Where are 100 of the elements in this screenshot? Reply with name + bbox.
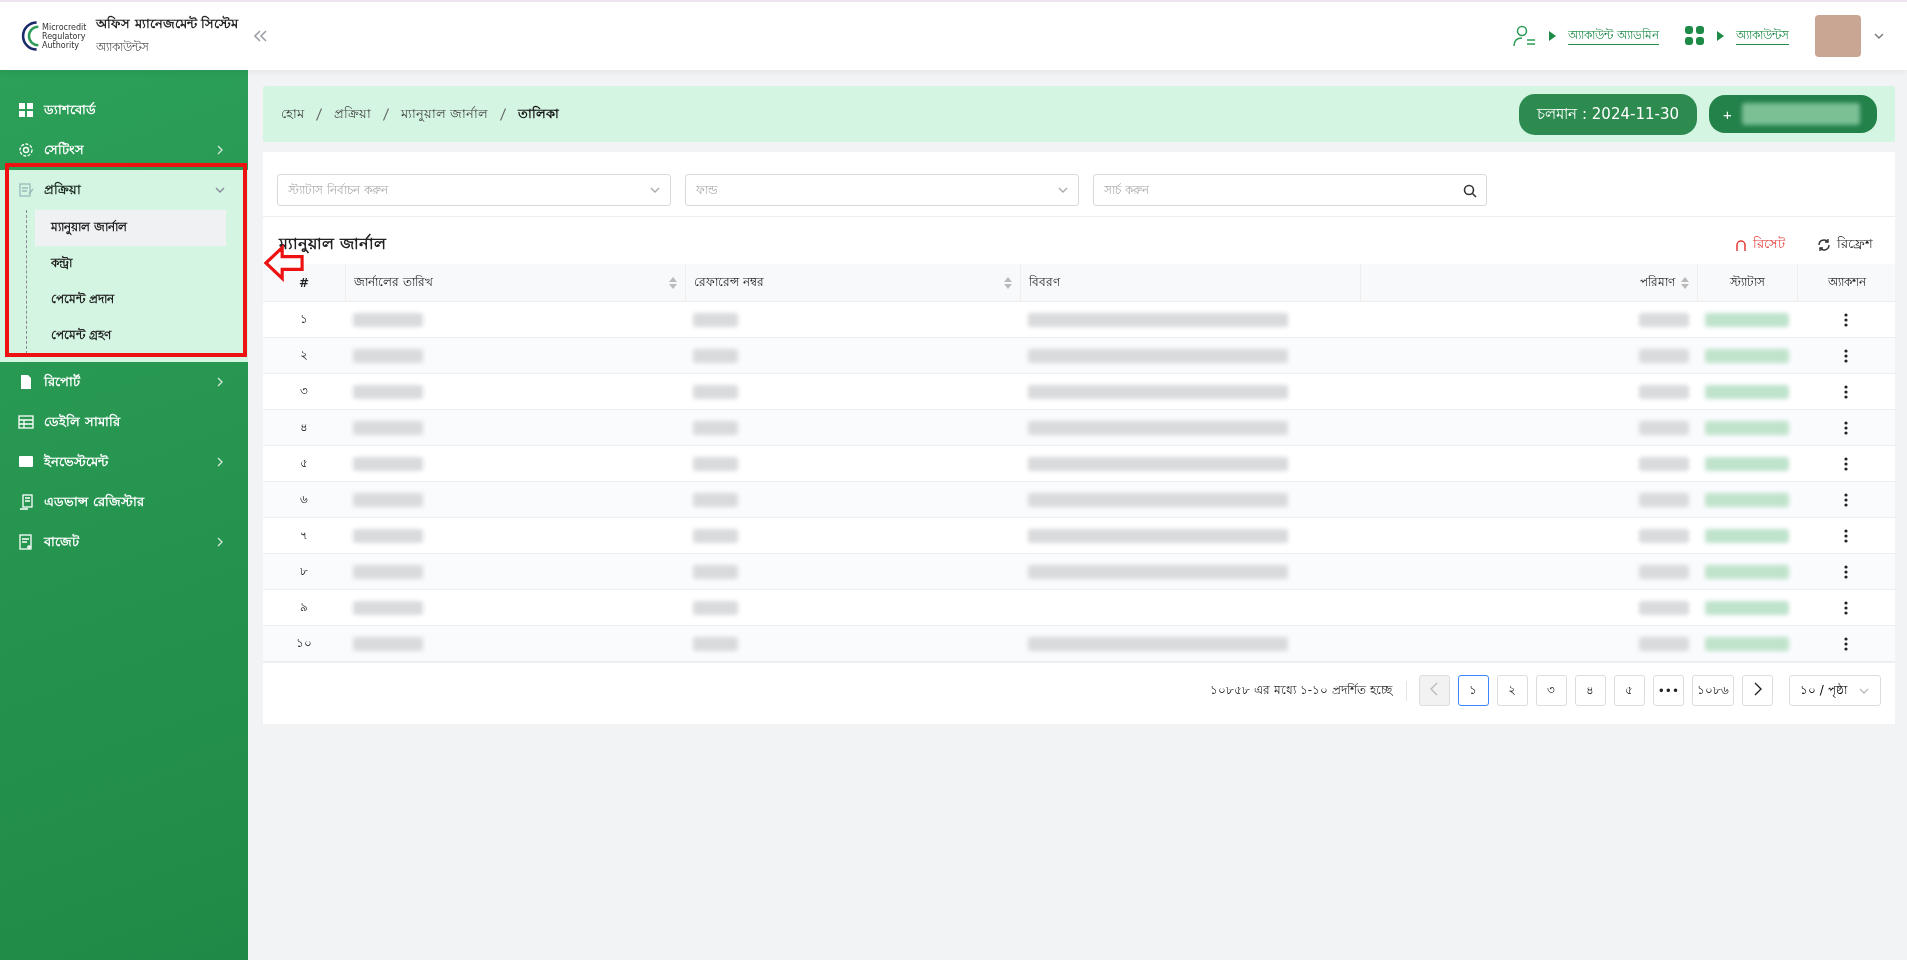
header-link[interactable]: অ্যাকাউন্টস bbox=[1736, 26, 1789, 46]
more-options-icon[interactable] bbox=[1844, 528, 1848, 543]
breadcrumb-item[interactable]: ম্যানুয়াল জার্নাল bbox=[401, 103, 489, 125]
sidebar-item[interactable]: বাজেট bbox=[0, 522, 248, 562]
sidebar-item[interactable]: প্রক্রিয়া bbox=[0, 170, 248, 210]
row-number: ৩ bbox=[300, 382, 308, 400]
sort-icon bbox=[1681, 276, 1689, 289]
sort-icon bbox=[1004, 276, 1012, 289]
row-number: ৬ bbox=[300, 490, 308, 508]
sidebar-item[interactable]: এডভান্স রেজিস্টার bbox=[0, 482, 248, 522]
settings-icon bbox=[18, 142, 34, 158]
page-button[interactable]: ৪ bbox=[1574, 675, 1606, 706]
redacted-text bbox=[353, 636, 423, 651]
app-title: অফিস ম্যানেজমেন্ট সিস্টেম bbox=[96, 14, 239, 33]
search-field[interactable]: সার্চ করুন bbox=[1093, 174, 1487, 206]
more-options-icon[interactable] bbox=[1844, 564, 1848, 579]
page-button[interactable]: ২ bbox=[1496, 675, 1528, 706]
more-options-icon[interactable] bbox=[1844, 636, 1848, 651]
logo-text: Authority bbox=[42, 40, 80, 50]
header-link[interactable]: অ্যাকাউন্ট অ্যাডমিন bbox=[1568, 26, 1659, 46]
ledger-icon bbox=[18, 494, 34, 510]
redacted-text bbox=[353, 492, 423, 507]
document-edit-icon bbox=[18, 182, 34, 198]
redacted-text bbox=[693, 348, 738, 363]
apps-icon bbox=[1685, 26, 1705, 46]
redacted-text bbox=[693, 312, 738, 327]
app-subtitle: অ্যাকাউন্টস bbox=[96, 39, 151, 56]
redacted-text bbox=[693, 564, 738, 579]
page-button[interactable]: ৫ bbox=[1613, 675, 1645, 706]
user-switch-icon bbox=[1513, 25, 1538, 47]
more-options-icon[interactable] bbox=[1844, 384, 1848, 399]
row-number: ১০ bbox=[296, 634, 312, 652]
row-number: ৫ bbox=[300, 454, 308, 472]
redacted-text bbox=[1639, 492, 1689, 507]
column-header[interactable]: পরিমাণ bbox=[1360, 264, 1697, 302]
column-header[interactable]: রেফারেন্স নম্বর bbox=[685, 264, 1020, 302]
row-number: ২ bbox=[300, 346, 308, 364]
redacted-text bbox=[693, 492, 738, 507]
row-number: ১ bbox=[300, 310, 308, 328]
redacted-text bbox=[693, 600, 738, 615]
triangle-icon bbox=[1717, 31, 1724, 41]
triangle-icon bbox=[1549, 31, 1557, 41]
page-button[interactable]: ••• bbox=[1652, 675, 1684, 706]
redacted-text bbox=[693, 636, 738, 651]
column-header: বিবরণ bbox=[1020, 264, 1360, 302]
document-plus-icon bbox=[18, 534, 34, 550]
row-number: ৮ bbox=[300, 562, 308, 580]
submenu-item[interactable]: ম্যানুয়াল জার্নাল bbox=[35, 210, 226, 246]
redacted-text bbox=[1639, 636, 1689, 651]
submenu-item[interactable]: কন্ট্রা bbox=[35, 246, 226, 282]
next-page-button[interactable] bbox=[1742, 675, 1773, 706]
redacted-text bbox=[1639, 348, 1689, 363]
redacted-text bbox=[353, 528, 423, 543]
logo-text: Regulatory bbox=[42, 31, 87, 41]
select-field[interactable]: ফান্ড bbox=[685, 174, 1079, 206]
row-number: ৪ bbox=[300, 418, 308, 436]
redacted-text bbox=[1639, 456, 1689, 471]
pagination-summary: ১০৮৫৮ এর মধ্যে ১-১০ প্রদর্শিত হচ্ছে bbox=[1210, 680, 1407, 701]
more-options-icon[interactable] bbox=[1844, 456, 1848, 471]
page-button[interactable]: ৩ bbox=[1535, 675, 1567, 706]
sidebar-item[interactable]: রিপোর্ট bbox=[0, 362, 248, 402]
reset-icon bbox=[1735, 237, 1747, 252]
redacted-text bbox=[1639, 600, 1689, 615]
redacted-text bbox=[693, 528, 738, 543]
chevron-right-icon bbox=[1752, 682, 1763, 696]
redacted-text bbox=[1639, 420, 1689, 435]
column-header[interactable]: জার্নালের তারিখ bbox=[345, 264, 685, 302]
search-icon bbox=[1463, 184, 1477, 198]
add-button[interactable]: + bbox=[1709, 95, 1877, 133]
redacted-text bbox=[353, 420, 423, 435]
row-number: ৭ bbox=[300, 526, 308, 544]
page-button[interactable]: ১০৮৬ bbox=[1692, 675, 1734, 706]
more-options-icon[interactable] bbox=[1844, 600, 1848, 615]
sidebar-item[interactable]: ডেইলি সামারি bbox=[0, 402, 248, 442]
redacted-text bbox=[353, 456, 423, 471]
more-options-icon[interactable] bbox=[1844, 420, 1848, 435]
redacted-text bbox=[1639, 312, 1689, 327]
more-options-icon[interactable] bbox=[1844, 348, 1848, 363]
breadcrumb-item[interactable]: প্রক্রিয়া bbox=[334, 103, 371, 125]
redacted-text bbox=[353, 564, 423, 579]
page-size-select[interactable]: ১০ / পৃষ্ঠা bbox=[1789, 675, 1881, 706]
submenu-item[interactable]: পেমেন্ট প্রদান bbox=[35, 282, 226, 318]
more-options-icon[interactable] bbox=[1844, 492, 1848, 507]
row-number: ৯ bbox=[300, 598, 308, 616]
column-header: অ্যাকশন bbox=[1797, 264, 1895, 302]
grid-icon bbox=[18, 102, 34, 118]
select-field[interactable]: স্ট্যাটাস নির্বাচন করুন bbox=[277, 174, 671, 206]
page-button[interactable]: ১ bbox=[1457, 675, 1489, 706]
reset-button[interactable]: রিসেট bbox=[1729, 233, 1791, 256]
sidebar-item[interactable]: ইনভেস্টমেন্ট bbox=[0, 442, 248, 482]
fiscal-date-badge: চলমান : 2024-11-30 bbox=[1519, 93, 1697, 135]
redacted-text bbox=[353, 312, 423, 327]
refresh-button[interactable]: রিফ্রেশ bbox=[1811, 233, 1879, 256]
submenu-item[interactable]: পেমেন্ট গ্রহণ bbox=[35, 318, 226, 354]
collapse-icon[interactable] bbox=[252, 29, 269, 43]
redacted-text bbox=[693, 420, 738, 435]
more-options-icon[interactable] bbox=[1844, 312, 1848, 327]
redacted-text bbox=[693, 384, 738, 399]
breadcrumb-item[interactable]: হোম bbox=[281, 103, 304, 125]
breadcrumb-separator bbox=[383, 107, 389, 121]
